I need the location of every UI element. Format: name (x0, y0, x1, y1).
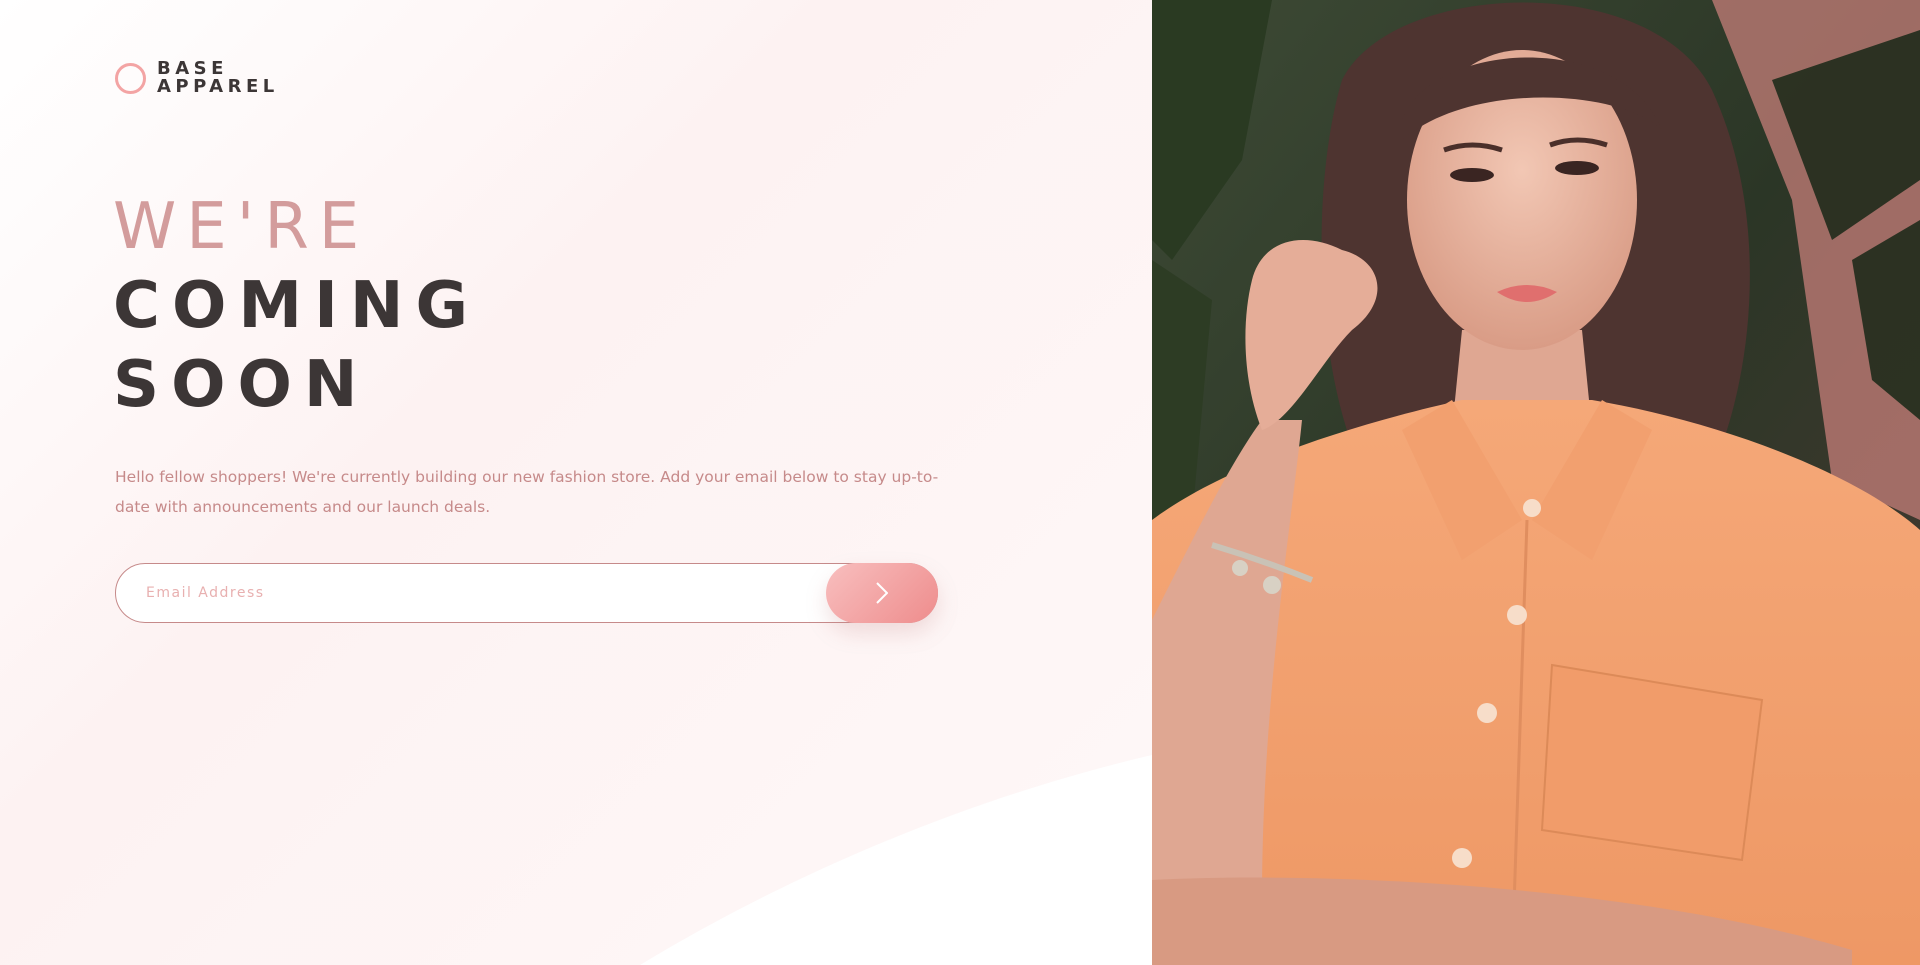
hero-image (1152, 0, 1920, 965)
headline-bold-2: SOON (113, 348, 370, 422)
submit-button[interactable] (826, 563, 938, 623)
headline-bold-1: COMING (113, 269, 480, 343)
hero-headline: WE'RE COMING SOON (113, 188, 480, 425)
hero-description: Hello fellow shoppers! We're currently b… (115, 468, 939, 516)
logo-ring-icon (115, 62, 146, 94)
logo-text: BASE APPAREL (157, 60, 279, 96)
email-input[interactable] (116, 564, 816, 622)
chevron-right-icon (876, 582, 888, 604)
logo-line-2: APPAREL (157, 76, 279, 97)
woman-photo-icon (1152, 0, 1920, 965)
left-panel: BASE APPAREL WE'RE COMING SOON Hello fel… (0, 0, 1152, 965)
brand-logo[interactable]: BASE APPAREL (115, 60, 279, 96)
headline-light: WE'RE (113, 190, 370, 264)
email-signup-form (115, 563, 938, 623)
